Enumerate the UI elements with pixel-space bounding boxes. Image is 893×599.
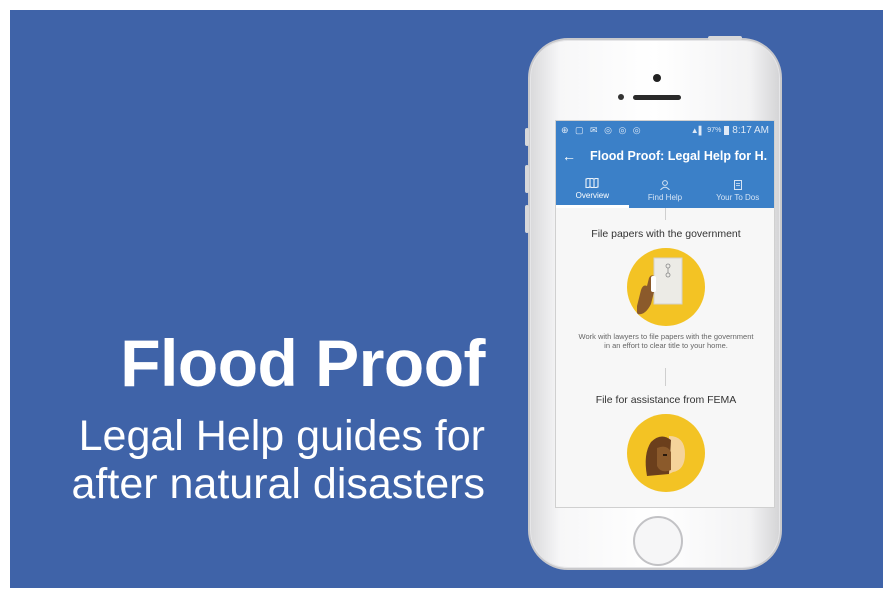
clock: 8:17 AM — [732, 124, 769, 136]
tagline: Legal Help guides for after natural disa… — [71, 412, 485, 508]
battery-icon — [724, 125, 730, 135]
home-button[interactable] — [633, 516, 683, 566]
front-camera — [653, 74, 661, 82]
notification-icons: ⊕ ▢ ✉ ◎ ◎ ◎ — [561, 124, 643, 135]
app-title: Flood Proof: Legal Help for H... — [590, 149, 768, 163]
tab-label: Overview — [575, 191, 609, 200]
earpiece-speaker — [633, 95, 681, 100]
status-bar: ⊕ ▢ ✉ ◎ ◎ ◎ ▲▌ 97% 8:17 AM — [556, 121, 774, 139]
headline: Flood Proof — [120, 326, 485, 400]
promo-banner: Flood Proof Legal Help guides for after … — [10, 10, 883, 588]
faces-icon — [627, 414, 705, 492]
app-bar: ← Flood Proof: Legal Help for H... — [556, 139, 774, 173]
item-title[interactable]: File papers with the government — [556, 228, 774, 240]
overview-timeline: File papers with the government Work wit… — [556, 208, 774, 507]
mute-switch — [525, 128, 529, 146]
person-icon — [660, 179, 670, 190]
clipboard-icon — [733, 179, 742, 190]
app-screen: ⊕ ▢ ✉ ◎ ◎ ◎ ▲▌ 97% 8:17 AM ← Flood Proof… — [555, 120, 775, 508]
document-hand-icon — [627, 248, 705, 326]
tab-label: Your To Dos — [716, 192, 760, 202]
volume-down-button — [525, 205, 529, 233]
proximity-sensor — [618, 94, 624, 100]
signal-icon: ▲▌ — [690, 125, 705, 135]
tab-your-to-dos[interactable]: Your To Dos — [701, 173, 774, 208]
tab-label: Find Help — [647, 192, 683, 202]
power-button — [708, 36, 742, 40]
item-description: Work with lawyers to file papers with th… — [578, 332, 754, 350]
tab-overview[interactable]: Overview — [556, 173, 629, 208]
timeline-connector — [665, 368, 666, 386]
item-title[interactable]: File for assistance from FEMA — [556, 394, 774, 406]
timeline-connector — [665, 208, 666, 220]
map-icon — [585, 178, 599, 188]
tab-find-help[interactable]: Find Help — [629, 173, 702, 208]
phone-mockup: ⊕ ▢ ✉ ◎ ◎ ◎ ▲▌ 97% 8:17 AM ← Flood Proof… — [525, 36, 782, 570]
volume-up-button — [525, 165, 529, 193]
battery-level: 97% — [707, 126, 722, 134]
back-arrow-icon[interactable]: ← — [562, 148, 576, 164]
tab-bar: Overview Find Help Your To Dos — [556, 173, 774, 208]
